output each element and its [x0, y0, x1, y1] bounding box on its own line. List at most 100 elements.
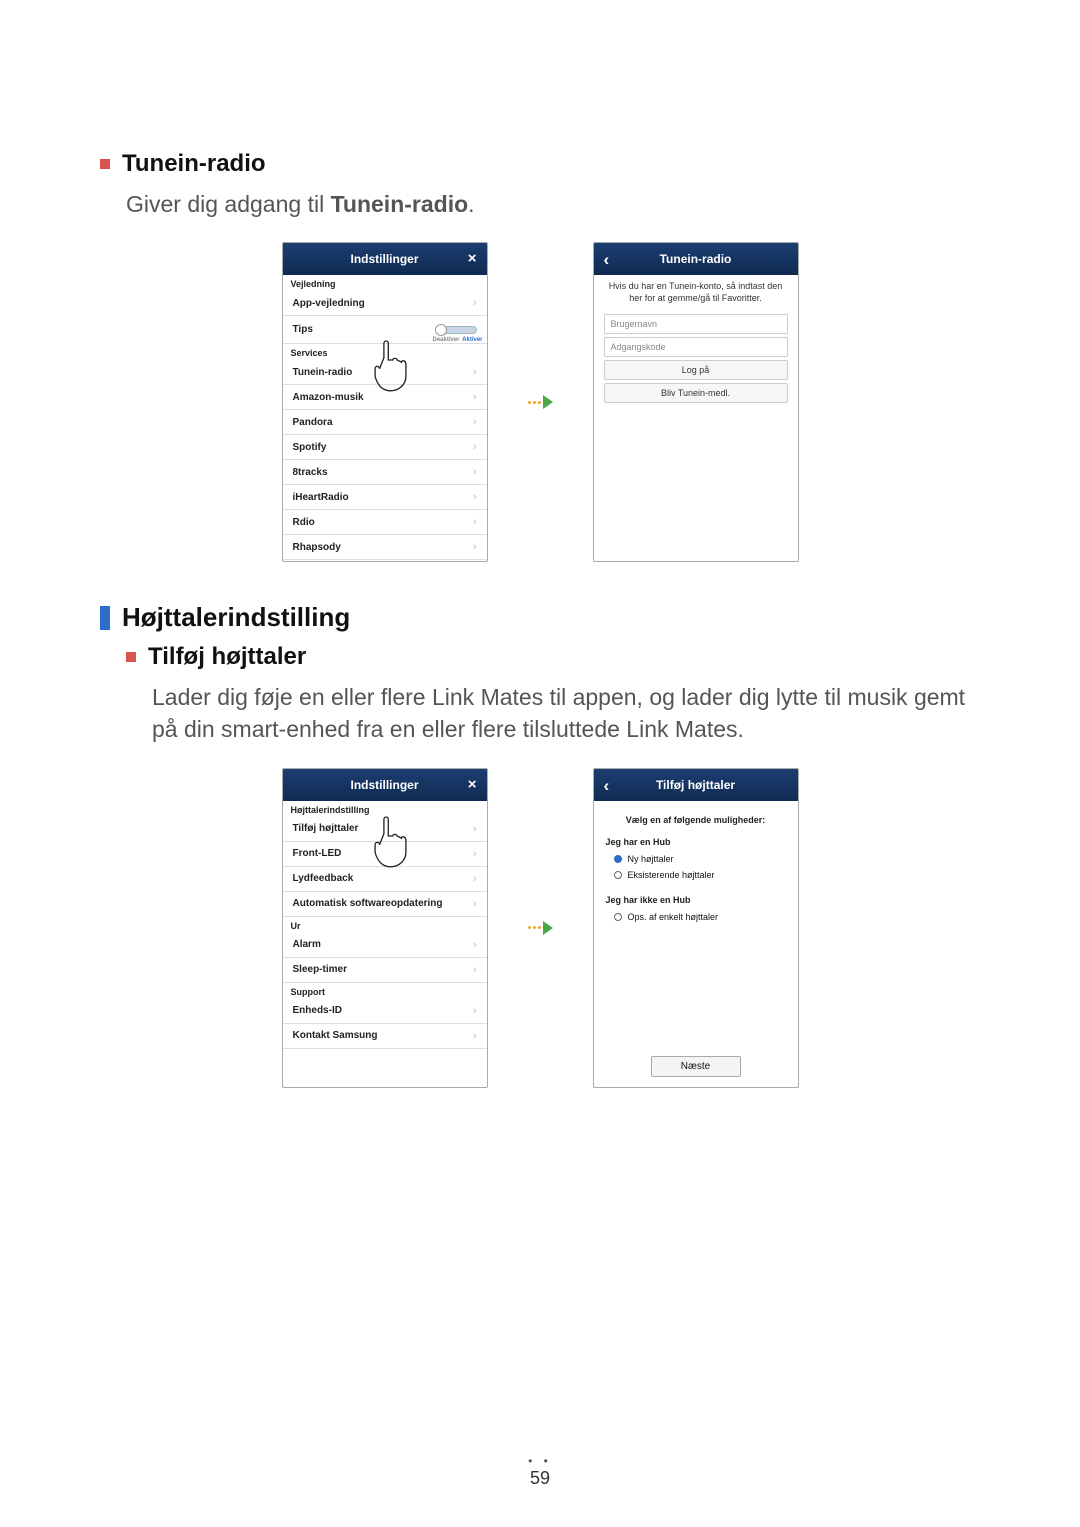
back-icon[interactable]: ‹	[604, 776, 610, 796]
row-label: Enheds-ID	[293, 1005, 342, 1016]
bullet-red-icon	[100, 159, 110, 169]
title-hojttaler: Højttalerindstilling	[122, 602, 350, 633]
row-pandora[interactable]: Pandora ›	[283, 410, 487, 435]
password-field[interactable]: Adgangskode	[604, 337, 788, 357]
desc-prefix: Giver dig adgang til	[126, 191, 331, 217]
row-label: Lydfeedback	[293, 873, 354, 884]
chevron-right-icon: ›	[473, 939, 477, 951]
row-label: Tunein-radio	[293, 367, 353, 378]
arrow-transition-icon	[528, 395, 553, 409]
desc-tilfoj: Lader dig føje en eller flere Link Mates…	[152, 681, 980, 745]
row-label: Rdio	[293, 517, 315, 528]
username-field[interactable]: Brugernavn	[604, 314, 788, 334]
bullet-red-icon	[126, 652, 136, 662]
toggle-on-label: Aktiver	[462, 337, 482, 343]
group-no-hub: Jeg har ikke en Hub	[594, 883, 798, 909]
row-label: Spotify	[293, 442, 327, 453]
add-speaker-body: Vælg en af følgende muligheder: Jeg har …	[594, 801, 798, 1087]
opt-label: Eksisterende højttaler	[628, 870, 715, 880]
chevron-right-icon: ›	[473, 823, 477, 835]
options-header: Vælg en af følgende muligheder:	[594, 801, 798, 829]
titlebar-label: Tunein-radio	[660, 252, 732, 266]
row-label: Rhapsody	[293, 542, 341, 553]
row-label: Front-LED	[293, 848, 342, 859]
chevron-right-icon: ›	[473, 466, 477, 478]
row-lydfeedback[interactable]: Lydfeedback ›	[283, 867, 487, 892]
radio-ny-hojttaler[interactable]: Ny højttaler	[594, 851, 798, 867]
titlebar-settings-2: Indstillinger ×	[283, 769, 487, 801]
row-app-vejledning[interactable]: App-vejledning ›	[283, 291, 487, 316]
row-alarm[interactable]: Alarm ›	[283, 933, 487, 958]
chevron-right-icon: ›	[473, 297, 477, 309]
chevron-right-icon: ›	[473, 416, 477, 428]
chevron-right-icon: ›	[473, 964, 477, 976]
chevron-right-icon: ›	[473, 873, 477, 885]
login-hint: Hvis du har en Tunein-konto, så indtast …	[594, 275, 798, 310]
row-label: Tips	[293, 324, 313, 335]
next-button[interactable]: Næste	[651, 1056, 741, 1077]
close-icon[interactable]: ×	[468, 776, 477, 793]
radio-icon	[614, 871, 622, 879]
row-tilfoj-hojttaler[interactable]: Tilføj højttaler›	[283, 817, 487, 842]
row-8tracks[interactable]: 8tracks ›	[283, 460, 487, 485]
row-front-led[interactable]: Front-LED ›	[283, 842, 487, 867]
group-header-services: Services	[283, 344, 487, 360]
row-iheartradio[interactable]: iHeartRadio ›	[283, 485, 487, 510]
titlebar-tunein: ‹ Tunein-radio	[594, 243, 798, 275]
phones-row-1: Indstillinger × Vejledning App-vejlednin…	[100, 242, 980, 562]
group-header-support: Support	[283, 983, 487, 999]
chevron-right-icon: ›	[473, 1030, 477, 1042]
phones-row-2: Indstillinger × Højttalerindstilling Til…	[100, 768, 980, 1088]
phone-settings-2: Indstillinger × Højttalerindstilling Til…	[282, 768, 488, 1088]
row-rdio[interactable]: Rdio ›	[283, 510, 487, 535]
opt-label: Ops. af enkelt højttaler	[628, 912, 719, 922]
arrow-transition-icon	[528, 921, 553, 935]
row-tips[interactable]: Tips Deaktiver Aktiver	[283, 316, 487, 344]
chevron-right-icon: ›	[473, 491, 477, 503]
row-spotify[interactable]: Spotify ›	[283, 435, 487, 460]
section-hojttaler: Højttalerindstilling Tilføj højttaler La…	[100, 602, 980, 1087]
row-label: Automatisk softwareopdatering	[293, 898, 443, 909]
chevron-right-icon: ›	[473, 366, 477, 378]
tips-toggle[interactable]: Deaktiver Aktiver	[437, 322, 477, 337]
group-header-speaker: Højttalerindstilling	[283, 801, 487, 817]
row-label: Kontakt Samsung	[293, 1030, 378, 1041]
section-tunein: Tunein-radio Giver dig adgang til Tunein…	[100, 150, 980, 562]
settings-body: Vejledning App-vejledning › Tips Deaktiv…	[283, 275, 487, 561]
row-tunein-radio[interactable]: Tunein-radio ›	[283, 360, 487, 385]
phone-tunein-login: ‹ Tunein-radio Hvis du har en Tunein-kon…	[593, 242, 799, 562]
row-sleep-timer[interactable]: Sleep-timer›	[283, 958, 487, 983]
titlebar-add-speaker: ‹ Tilføj højttaler	[594, 769, 798, 801]
radio-icon	[614, 913, 622, 921]
tunein-body: Hvis du har en Tunein-konto, så indtast …	[594, 275, 798, 561]
signup-button[interactable]: Bliv Tunein-medl.	[604, 383, 788, 403]
row-label: App-vejledning	[293, 298, 365, 309]
radio-enkelt[interactable]: Ops. af enkelt højttaler	[594, 909, 798, 925]
page-dots-icon: • •	[528, 1454, 552, 1468]
close-icon[interactable]: ×	[468, 250, 477, 267]
row-auto-software[interactable]: Automatisk softwareopdatering ›	[283, 892, 487, 917]
opt-label: Ny højttaler	[628, 854, 674, 864]
row-kontakt-samsung[interactable]: Kontakt Samsung ›	[283, 1024, 487, 1049]
row-rhapsody[interactable]: Rhapsody ›	[283, 535, 487, 560]
login-button[interactable]: Log på	[604, 360, 788, 380]
chevron-right-icon: ›	[473, 898, 477, 910]
back-icon[interactable]: ‹	[604, 250, 610, 270]
chevron-right-icon: ›	[473, 516, 477, 528]
phone-settings: Indstillinger × Vejledning App-vejlednin…	[282, 242, 488, 562]
row-label: Alarm	[293, 939, 321, 950]
radio-eksisterende[interactable]: Eksisterende højttaler	[594, 867, 798, 883]
row-label: Amazon-musik	[293, 392, 364, 403]
row-enheds-id[interactable]: Enheds-ID›	[283, 999, 487, 1024]
row-amazon-musik[interactable]: Amazon-musik›	[283, 385, 487, 410]
chevron-right-icon: ›	[473, 441, 477, 453]
row-label: 8tracks	[293, 467, 328, 478]
row-label: iHeartRadio	[293, 492, 349, 503]
row-label: Pandora	[293, 417, 333, 428]
group-header-ur: Ur	[283, 917, 487, 933]
chevron-right-icon: ›	[473, 541, 477, 553]
heading-hojttaler: Højttalerindstilling	[100, 602, 980, 633]
chevron-right-icon: ›	[473, 848, 477, 860]
bullet-blue-icon	[100, 606, 110, 630]
desc-suffix: .	[468, 191, 474, 217]
